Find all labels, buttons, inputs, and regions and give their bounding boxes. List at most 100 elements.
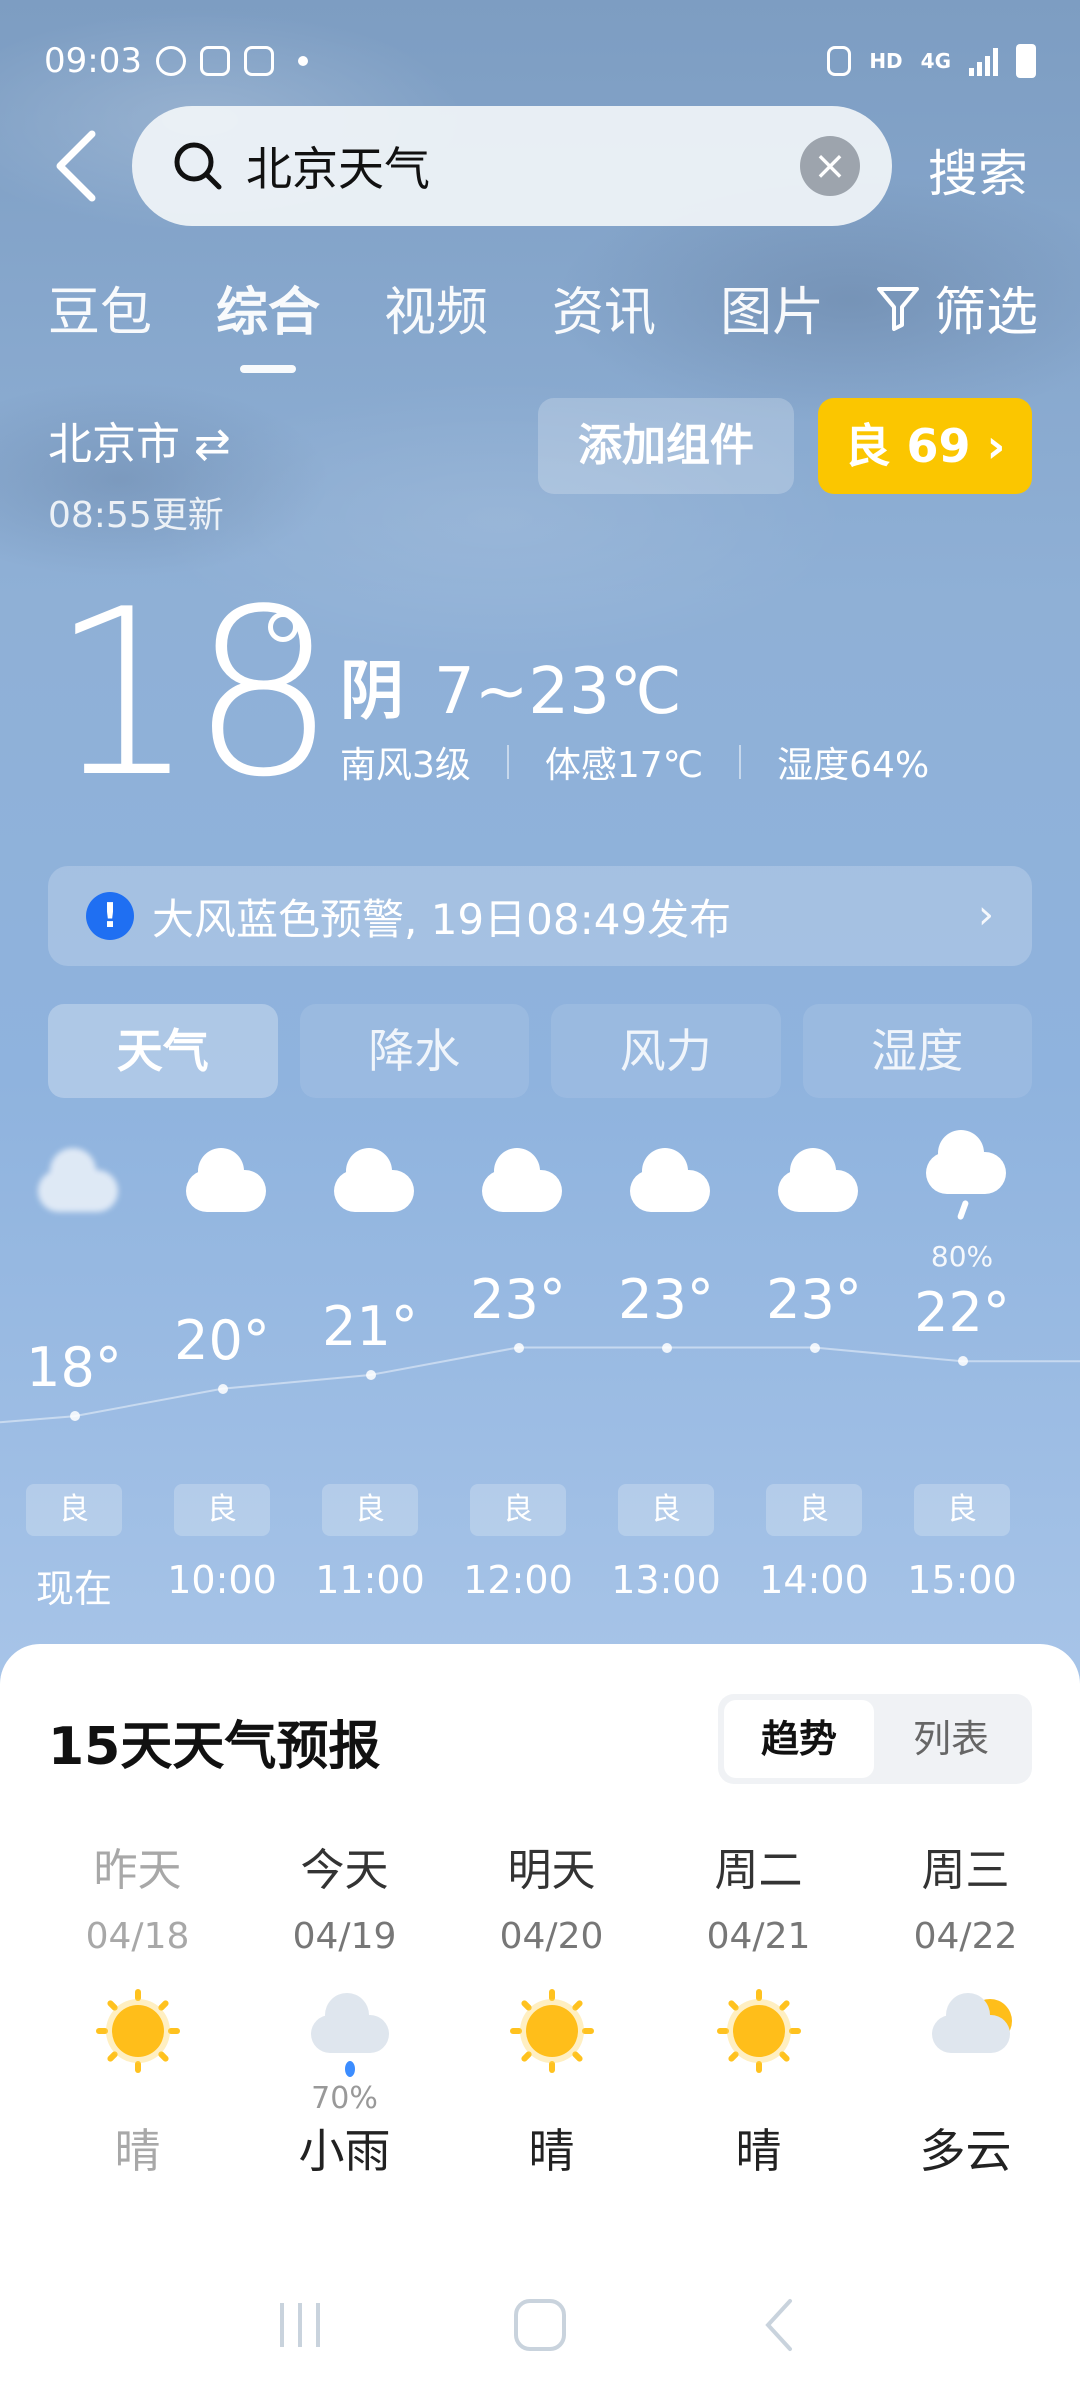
- day-condition: 小雨: [298, 2124, 391, 2178]
- hour-time: 11:00: [315, 1558, 425, 1602]
- temp-range: 7~23℃: [434, 655, 682, 729]
- location-block: 北京市 ⇄ 08:55更新: [48, 408, 231, 538]
- aqi-tag: 良: [26, 1484, 122, 1536]
- update-time: 08:55更新: [48, 495, 224, 536]
- hourly-item: 23° 良 13:00: [592, 1130, 740, 1602]
- day-date: 04/19: [292, 1916, 397, 1957]
- status-bar: 09:03 HD 4G: [44, 36, 1036, 86]
- cloudy-icon: [148, 1130, 296, 1240]
- hour-temp: 23°: [470, 1267, 566, 1331]
- forecast-day[interactable]: 今天 04/19 70% 小雨: [241, 1834, 448, 2181]
- day-condition: 多云: [919, 2124, 1012, 2178]
- forecast-day[interactable]: 周二 04/21 晴: [655, 1834, 862, 2181]
- hour-time: 15:00: [907, 1558, 1017, 1602]
- toggle-trend[interactable]: 趋势: [724, 1700, 874, 1778]
- hourly-item: 20° 良 10:00: [148, 1130, 296, 1602]
- status-right: HD 4G: [813, 44, 1036, 78]
- precip-chance: [148, 1240, 296, 1274]
- aqi-badge[interactable]: 良 69 ›: [818, 398, 1032, 494]
- day-condition: 晴: [528, 2124, 575, 2178]
- alert-text: 大风蓝色预警, 19日08:49发布: [152, 894, 732, 944]
- divider: [506, 745, 509, 779]
- home-icon[interactable]: [500, 2295, 580, 2355]
- day-date: 04/22: [913, 1916, 1018, 1957]
- day-name: 今天: [300, 1845, 389, 1896]
- day-name: 昨天: [93, 1845, 182, 1896]
- hourly-item: 23° 良 14:00: [740, 1130, 888, 1602]
- tab-images[interactable]: 图片: [720, 270, 824, 345]
- hour-temp: 21°: [322, 1295, 418, 1358]
- hour-temp: 18°: [26, 1336, 122, 1400]
- hour-time: 12:00: [463, 1558, 573, 1602]
- forecast-title: 15天天气预报: [48, 1717, 381, 1777]
- light-rain-icon: 70%: [241, 1969, 448, 2116]
- filter-icon: [876, 286, 919, 331]
- hourly-metric-tabs: 天气 降水 风力 湿度: [48, 1004, 1032, 1098]
- tab-news[interactable]: 资讯: [552, 270, 656, 345]
- recents-icon[interactable]: [260, 2295, 340, 2355]
- aqi-tag: 良: [914, 1484, 1010, 1536]
- cloudy-icon: [592, 1130, 740, 1240]
- hour-temp: 23°: [618, 1267, 714, 1331]
- city-switcher[interactable]: 北京市 ⇄: [48, 408, 231, 472]
- condition-line: 阴 7~23℃: [340, 640, 682, 732]
- daily-forecast[interactable]: 昨天 04/18 晴 今天 04/19 70% 小雨 明天 04/20 晴 周二 04/21 晴 周三 04…: [34, 1834, 1074, 2181]
- hour-temp: 22°: [914, 1281, 1010, 1345]
- aqi-tag: 良: [618, 1484, 714, 1536]
- battery-icon: [1016, 44, 1036, 78]
- sunny-icon: [34, 1969, 241, 2109]
- cloudy-icon: [296, 1130, 444, 1240]
- hd-indicator: HD: [869, 49, 903, 73]
- search-button[interactable]: 搜索: [928, 134, 1028, 206]
- forecast-day[interactable]: 明天 04/20 晴: [448, 1834, 655, 2181]
- back-icon[interactable]: [50, 128, 110, 204]
- cloudy-icon: [0, 1130, 148, 1240]
- hour-time: 13:00: [611, 1558, 721, 1602]
- weather-alert[interactable]: ! 大风蓝色预警, 19日08:49发布 ›: [48, 866, 1032, 966]
- cloudy-icon: [740, 1130, 888, 1240]
- warning-icon: !: [86, 892, 134, 940]
- toggle-list[interactable]: 列表: [876, 1700, 1026, 1778]
- divider: [739, 745, 742, 779]
- trend-point: [662, 1342, 672, 1353]
- tab-weather[interactable]: 天气: [48, 1004, 278, 1098]
- humidity-text: 湿度64%: [777, 745, 930, 786]
- day-date: 04/20: [499, 1916, 604, 1957]
- partly-cloudy-icon: [862, 1969, 1069, 2109]
- sunny-icon: [655, 1969, 862, 2109]
- aqi-tag: 良: [766, 1484, 862, 1536]
- clock: 09:03: [44, 41, 142, 81]
- aqi-tag: 良: [174, 1484, 270, 1536]
- tab-humidity[interactable]: 湿度: [802, 1004, 1032, 1098]
- tab-all[interactable]: 综合: [216, 270, 320, 373]
- hourly-forecast[interactable]: 18° 良现在 20° 良 10:00 21° 良 11:00 23° 良 12:00 23° 良 13:…: [0, 1130, 1080, 1610]
- forecast-day[interactable]: 昨天 04/18 晴: [34, 1834, 241, 2181]
- tab-video[interactable]: 视频: [384, 270, 488, 345]
- back-nav-icon[interactable]: [740, 2295, 820, 2355]
- tab-doubao[interactable]: 豆包: [48, 270, 152, 345]
- precip-chance: 70%: [311, 2081, 378, 2116]
- trend-point: [366, 1370, 376, 1380]
- trend-point: [810, 1342, 820, 1353]
- day-name: 周三: [921, 1845, 1010, 1896]
- add-widget-button[interactable]: 添加组件: [538, 398, 794, 494]
- city-name: 北京市: [48, 419, 180, 470]
- aqi-tag: 良: [322, 1484, 418, 1536]
- precip-chance: 80%: [930, 1240, 994, 1273]
- hour-time: 10:00: [167, 1558, 277, 1602]
- hourly-item: 21° 良 11:00: [296, 1130, 444, 1602]
- tab-wind[interactable]: 风力: [551, 1004, 781, 1098]
- search-row: 北京天气 × 搜索: [0, 106, 1080, 226]
- clear-icon[interactable]: ×: [800, 136, 860, 196]
- tab-precipitation[interactable]: 降水: [299, 1004, 529, 1098]
- switch-city-icon: ⇄: [194, 419, 231, 470]
- network-indicator: 4G: [920, 49, 951, 73]
- feels-like-text: 体感17℃: [544, 745, 704, 786]
- search-input[interactable]: 北京天气 ×: [132, 106, 892, 226]
- chevron-right-icon: ›: [978, 892, 994, 938]
- light-rain-icon: [888, 1130, 1036, 1240]
- day-condition: 晴: [735, 2124, 782, 2178]
- view-toggle: 趋势 列表: [718, 1694, 1032, 1784]
- filter-button[interactable]: 筛选: [876, 270, 1038, 345]
- forecast-day[interactable]: 周三 04/22 多云: [862, 1834, 1069, 2181]
